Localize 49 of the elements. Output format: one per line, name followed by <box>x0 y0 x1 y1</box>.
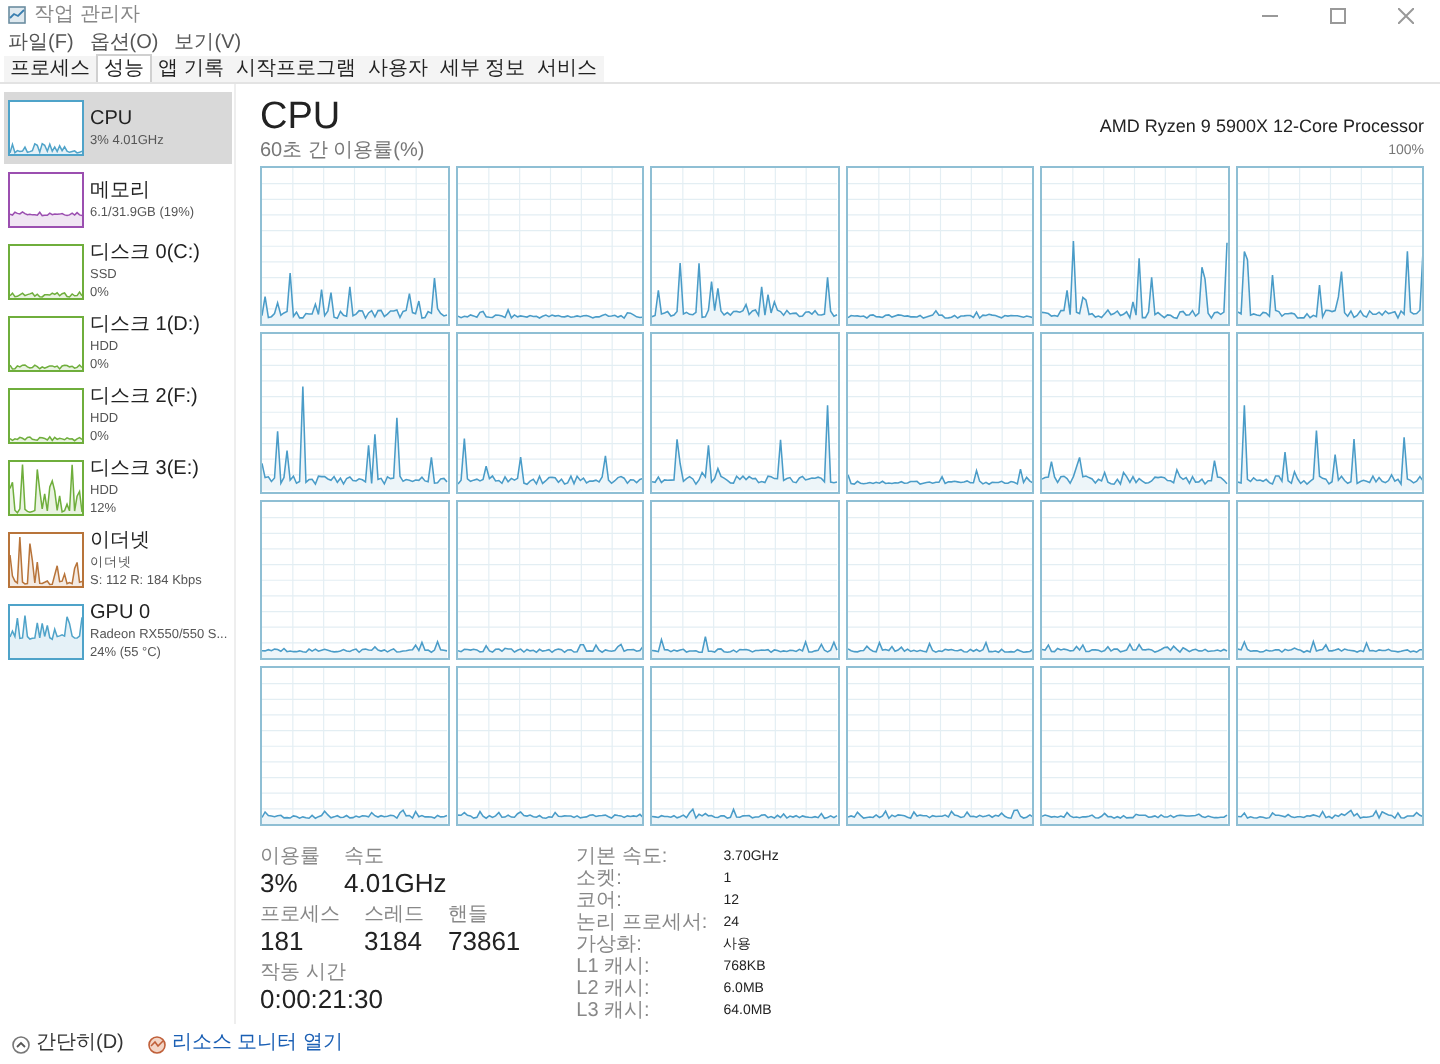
chevron-up-icon <box>12 1035 30 1053</box>
tab[interactable]: 서비스 <box>531 56 604 82</box>
stat-label: 프로세스 <box>260 904 340 926</box>
page-title: CPU <box>260 98 341 136</box>
device-name: 디스크 1(D:) <box>90 314 200 338</box>
app-icon <box>8 6 26 24</box>
menu-item[interactable]: 파일(F) <box>8 33 74 53</box>
tab[interactable]: 프로세스 <box>4 56 96 82</box>
detail-label: L2 캐시: <box>576 978 652 1000</box>
tab[interactable]: 시작프로그램 <box>229 56 362 82</box>
stat-value: 0:00:21:30 <box>260 984 383 1016</box>
menu-item[interactable]: 옵션(O) <box>89 33 159 53</box>
stat-label: 스레드 <box>364 904 424 926</box>
detail-label: 코어: <box>576 890 624 912</box>
detail-label: L1 캐시: <box>576 956 652 978</box>
menu-item[interactable]: 보기(V) <box>174 33 242 53</box>
stat-value: 73861 <box>448 926 521 958</box>
fewer-details-button[interactable]: 간단히(D) <box>12 1034 124 1054</box>
stat-label: 핸들 <box>448 904 490 926</box>
stat-value: 3% <box>260 868 300 900</box>
resource-monitor-link[interactable]: 리소스 모니터 열기 <box>147 1034 343 1054</box>
device-name: 디스크 3(E:) <box>90 458 199 482</box>
tab[interactable]: 세부 정보 <box>433 56 532 82</box>
device-name: 이더넷 <box>90 530 152 554</box>
stat-value: 4.01GHz <box>344 868 447 900</box>
stat-label: 이용률 <box>260 846 320 868</box>
device-name: GPU 0 <box>90 602 153 626</box>
maximize-icon <box>1330 7 1346 23</box>
detail-label: 소켓: <box>576 868 624 890</box>
device-name: 디스크 2(F:) <box>90 386 198 410</box>
stat-value: 3184 <box>364 926 424 958</box>
device-name: 디스크 0(C:) <box>90 242 200 266</box>
detail-label: 가상화: <box>576 934 644 956</box>
stat-label: 속도 <box>344 846 386 868</box>
window-title: 작업 관리자 <box>34 2 140 30</box>
tab[interactable]: 앱 기록 <box>152 56 230 82</box>
graph-caption: 60초 간 이용률(%) <box>260 141 425 161</box>
tab[interactable]: 사용자 <box>361 56 434 82</box>
stat-value: 181 <box>260 926 306 958</box>
device-name: 메모리 <box>90 179 152 203</box>
detail-label: 기본 속도: <box>576 846 670 868</box>
device-name: CPU <box>90 107 135 131</box>
stat-label: 작동 시간 <box>260 962 348 984</box>
monitor-icon <box>147 1035 166 1053</box>
tab[interactable]: 성능 <box>96 54 152 82</box>
processor-name: AMD Ryzen 9 5900X 12-Core Processor <box>1099 118 1424 136</box>
detail-label: L3 캐시: <box>576 1000 652 1022</box>
detail-label: 논리 프로세서: <box>576 912 708 934</box>
close-icon <box>1398 7 1414 23</box>
